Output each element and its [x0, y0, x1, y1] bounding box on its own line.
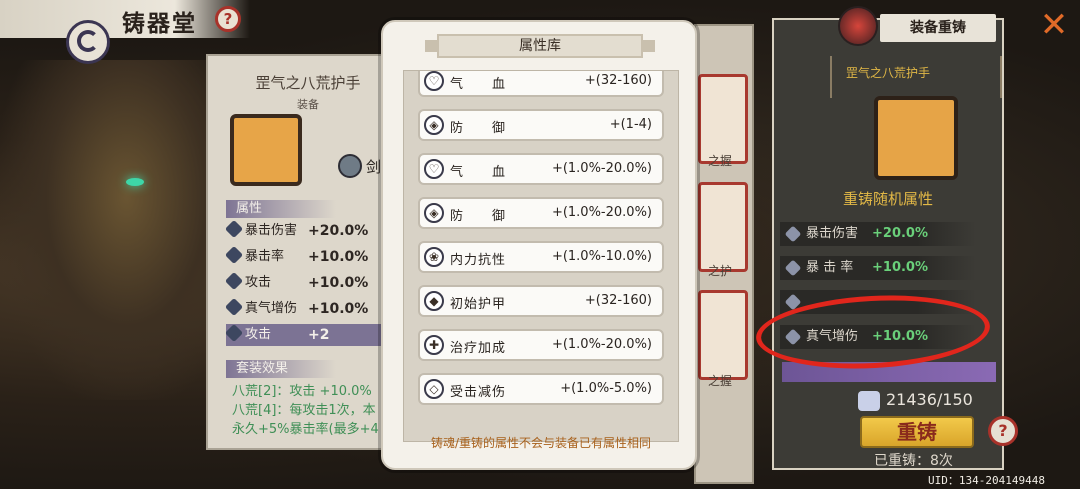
attr-range: +(1.0%-20.0%) [551, 161, 652, 176]
armor-icon: ◆ [424, 291, 444, 311]
attr-name: 受击减伤 [450, 385, 507, 400]
attr-range: +(1.0%-20.0%) [551, 205, 652, 220]
page-title: 铸器堂 [122, 11, 197, 37]
attr-value: +20.0% [872, 226, 928, 241]
attr-name: 暴 击 率 [806, 260, 854, 275]
set-bonus-header: 套装效果 [226, 360, 336, 378]
attr-name: 防 御 [450, 209, 507, 224]
character-portrait [0, 60, 230, 400]
attr-range: +(32-160) [584, 73, 652, 88]
card-label: 之握 [708, 154, 733, 168]
crit-rate-icon [224, 245, 244, 265]
shield-icon: ◈ [424, 203, 444, 223]
heart-icon: ♡ [424, 71, 444, 91]
attr-name: 气 血 [450, 165, 507, 180]
list-item: ♡ 气 血 +(1.0%-20.0%) [418, 153, 664, 185]
attr-name: 防 御 [450, 121, 507, 136]
qi-icon [224, 297, 244, 317]
card-label: 之护 [708, 264, 733, 278]
reforge-emblem-icon [838, 6, 878, 46]
gauntlet-icon[interactable] [230, 114, 302, 186]
attr-row-highlighted: 攻击 +2 [224, 323, 398, 346]
set-bonus-line: 八荒[2]：攻击 +10.0% [232, 384, 372, 399]
attr-range: +(1.0%-20.0%) [551, 337, 652, 352]
list-item: ◆ 初始护甲 +(32-160) [418, 285, 664, 317]
attribute-list[interactable]: ♡ 气 血 +(32-160) ◈ 防 御 +(1-4) ♡ 气 血 +(1.0%-20.0… [403, 70, 679, 442]
gem-label: 剑 [366, 158, 382, 176]
equipment-card[interactable] [698, 182, 748, 272]
defense-icon: ◇ [424, 379, 444, 399]
list-item: ◈ 防 御 +(1-4) [418, 109, 664, 141]
attr-name: 攻击 [245, 327, 272, 342]
crit-damage-icon [784, 225, 802, 243]
reforge-help-button[interactable]: ? [988, 416, 1018, 446]
reforge-cost: 21436/150 [886, 390, 973, 409]
equipment-card[interactable] [698, 74, 748, 164]
attr-row: 真气增伤 +10.0% [224, 297, 398, 320]
list-item: ❀ 内力抗性 +(1.0%-10.0%) [418, 241, 664, 273]
attr-name: 初始护甲 [450, 297, 507, 312]
close-icon[interactable]: ✕ [1038, 8, 1070, 42]
attr-row: 暴击伤害 +20.0% [224, 219, 398, 242]
attr-range: +(32-160) [584, 293, 652, 308]
attr-name: 攻击 [245, 275, 272, 290]
swirl-icon: ❀ [424, 247, 444, 267]
attr-range: +(1.0%-10.0%) [551, 249, 652, 264]
crit-rate-icon [784, 259, 802, 277]
back-icon [77, 30, 99, 52]
set-bonus-line: 永久+5%暴击率(最多+4 [232, 422, 379, 437]
reforge-count: 已重铸：8次 [874, 453, 953, 469]
equipment-card[interactable] [698, 290, 748, 380]
attr-value: +10.0% [308, 249, 369, 265]
attr-value: +2 [308, 327, 330, 343]
attr-value: +20.0% [308, 223, 369, 239]
attributes-header: 属性 [226, 200, 336, 218]
reforge-item-name: 罡气之八荒护手 [845, 66, 930, 80]
help-button[interactable]: ? [215, 6, 241, 32]
attr-name: 暴击伤害 [245, 223, 298, 238]
card-label: 之握 [708, 374, 733, 388]
list-item: ♡ 气 血 +(32-160) [418, 71, 664, 97]
heart-icon: ♡ [424, 159, 444, 179]
attr-value: +10.0% [308, 275, 369, 291]
list-item: ✚ 治疗加成 +(1.0%-20.0%) [418, 329, 664, 361]
reforge-attr-row: 暴击伤害 +20.0% [780, 222, 976, 246]
equipment-panel: 罡气之八荒护手 装备 剑 属性 暴击伤害 +20.0% 暴击率 +10.0% 攻击 +… [206, 54, 398, 450]
modal-note: 铸魂/重铸的属性不会与装备已有属性相同 [430, 436, 652, 450]
reforge-subtitle: 重铸随机属性 [842, 190, 933, 208]
attr-value: +10.0% [872, 260, 928, 275]
attribute-library-modal: 属性库 ♡ 气 血 +(32-160) ◈ 防 御 +(1-4) ♡ 气 血 +(1.0%-… [381, 20, 697, 470]
crit-damage-icon [224, 219, 244, 239]
attr-row: 攻击 +10.0% [224, 271, 398, 294]
heal-icon: ✚ [424, 335, 444, 355]
set-bonus-line: 八荒[4]：每攻击1次，本 [232, 403, 376, 418]
attr-name: 治疗加成 [450, 341, 507, 356]
list-item: ◈ 防 御 +(1.0%-20.0%) [418, 197, 664, 229]
equipment-type: 装备 [297, 98, 319, 111]
shield-icon: ◈ [424, 115, 444, 135]
attr-name: 暴击伤害 [806, 226, 859, 241]
attr-name: 暴击率 [245, 249, 285, 264]
gem-icon[interactable] [338, 154, 362, 178]
attr-range: +(1.0%-5.0%) [560, 381, 652, 396]
list-item: ◇ 受击减伤 +(1.0%-5.0%) [418, 373, 664, 405]
attr-name: 真气增伤 [245, 301, 298, 316]
attr-row: 暴击率 +10.0% [224, 245, 398, 268]
attr-name: 气 血 [450, 77, 507, 92]
equipment-name: 罡气之八荒护手 [255, 74, 361, 92]
sword-icon [224, 271, 244, 291]
reforge-title: 装备重铸 [880, 14, 996, 42]
attr-value: +10.0% [308, 301, 369, 317]
attr-name: 内力抗性 [450, 253, 507, 268]
uid-label: UID：134-204149448 [928, 474, 1045, 487]
character-eye [126, 178, 144, 186]
reforge-button[interactable]: 重铸 [860, 416, 974, 448]
back-button[interactable] [66, 20, 110, 64]
attr-range: +(1-4) [609, 117, 652, 132]
modal-title: 属性库 [425, 34, 655, 58]
gauntlet-icon [874, 96, 958, 180]
reforge-attr-row: 暴 击 率 +10.0% [780, 256, 976, 280]
sword-icon [224, 323, 244, 343]
material-icon [858, 391, 880, 411]
